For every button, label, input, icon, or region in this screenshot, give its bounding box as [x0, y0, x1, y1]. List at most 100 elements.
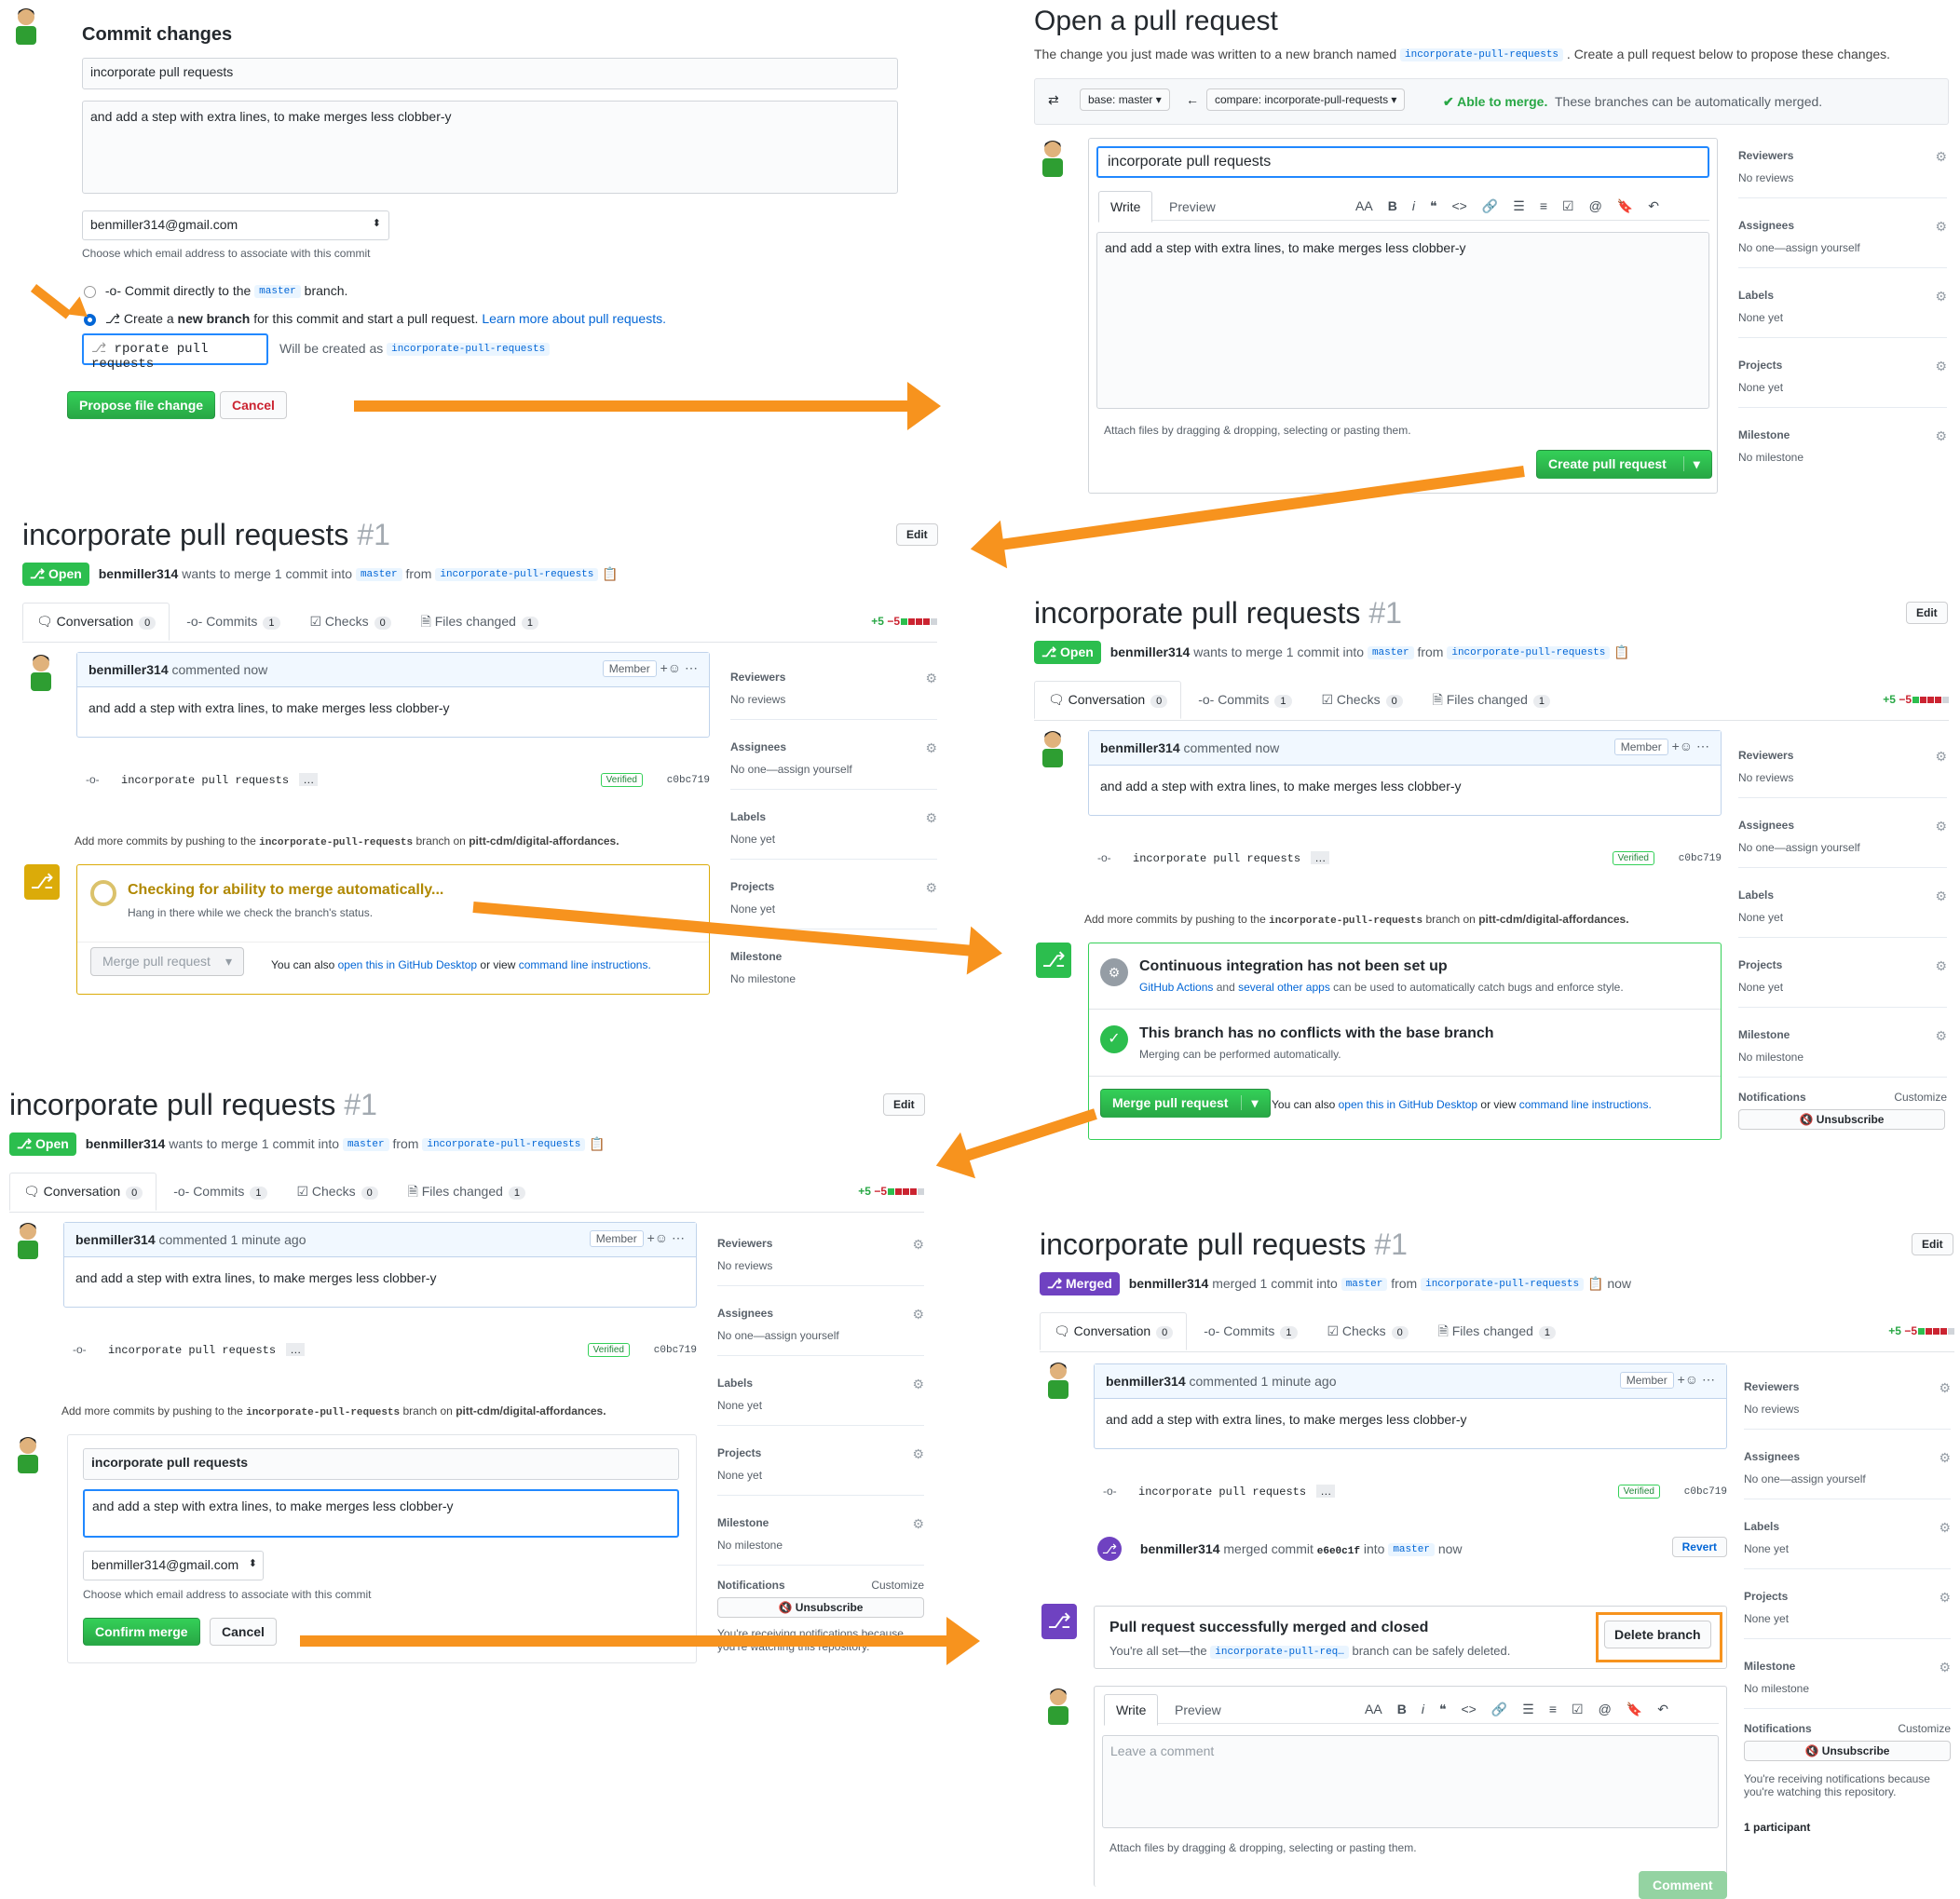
open-desktop-link[interactable]: open this in GitHub Desktop [1339, 1098, 1477, 1111]
sidebar-reviewers[interactable]: Reviewers No reviews ⚙ [717, 1229, 924, 1286]
edit-button[interactable]: Edit [1912, 1233, 1953, 1255]
sidebar-assignees[interactable]: Assignees No one—assign yourself ⚙ [1738, 811, 1947, 868]
radio-commit-direct[interactable]: -o- Commit directly to the master branch… [84, 283, 347, 299]
sidebar-milestone[interactable]: Milestone No milestone ⚙ [1738, 421, 1947, 477]
sidebar-projects[interactable]: Projects None yet ⚙ [1738, 951, 1947, 1008]
sidebar-reviewers[interactable]: Reviewers No reviews ⚙ [1738, 741, 1947, 798]
tab-commits[interactable]: -o- Commits 1 [1185, 682, 1304, 718]
tab-checks[interactable]: ☑ Checks 0 [296, 604, 403, 640]
revert-button[interactable]: Revert [1671, 1537, 1727, 1557]
numbered-list-icon[interactable]: ≡ [1540, 198, 1547, 213]
tab-checks[interactable]: ☑ Checks 0 [1313, 1313, 1421, 1350]
bullet-list-icon[interactable]: ☰ [1513, 198, 1525, 213]
gear-icon[interactable]: ⚙ [1935, 289, 1947, 305]
sidebar-labels[interactable]: Labels None yet ⚙ [1738, 881, 1947, 938]
verified-badge[interactable]: Verified [1612, 851, 1654, 865]
radio-unchecked-icon[interactable] [84, 285, 96, 298]
heading-icon[interactable]: AA [1355, 198, 1373, 213]
gear-icon[interactable]: ⚙ [1939, 1590, 1951, 1606]
push-repo[interactable]: pitt-cdm/digital-affordances. [469, 834, 619, 848]
gear-icon[interactable]: ⚙ [1935, 888, 1947, 904]
commit-message[interactable]: incorporate pull requests [1133, 852, 1300, 865]
bullet-list-icon[interactable]: ☰ [1522, 1702, 1534, 1716]
bookmark-icon[interactable]: 🔖 [1617, 198, 1633, 213]
comment-author[interactable]: benmiller314 [75, 1232, 156, 1247]
gear-icon[interactable]: ⚙ [1935, 1028, 1947, 1044]
cancel-merge-button[interactable]: Cancel [210, 1618, 277, 1646]
sidebar-projects[interactable]: Projects None yet ⚙ [1738, 351, 1947, 408]
pr-author[interactable]: benmiller314 [86, 1136, 166, 1151]
sidebar-reviewers[interactable]: Reviewers No reviews ⚙ [1738, 142, 1947, 198]
more-icon[interactable]: ⋯ [685, 660, 698, 675]
code-icon[interactable]: <> [1451, 198, 1466, 213]
sidebar-labels[interactable]: Labels None yet ⚙ [730, 803, 937, 860]
gear-icon[interactable]: ⚙ [1935, 428, 1947, 444]
sidebar-projects[interactable]: Projects None yet ⚙ [717, 1439, 924, 1496]
sidebar-milestone[interactable]: Milestone No milestone [730, 943, 937, 998]
merge-body-textarea[interactable]: and add a step with extra lines, to make… [83, 1489, 679, 1538]
gear-icon[interactable]: ⚙ [912, 1307, 924, 1323]
sidebar-assignees[interactable]: Assignees No one—assign yourself ⚙ [730, 733, 937, 790]
comment-author[interactable]: benmiller314 [1106, 1374, 1186, 1389]
push-repo[interactable]: pitt-cdm/digital-affordances. [456, 1404, 606, 1417]
base-branch-select[interactable]: base: master ▾ [1080, 88, 1170, 111]
gear-icon[interactable]: ⚙ [1939, 1450, 1951, 1466]
learn-more-link[interactable]: Learn more about pull requests. [482, 311, 666, 326]
mention-icon[interactable]: @ [1589, 198, 1602, 213]
propose-file-change-button[interactable]: Propose file change [67, 391, 216, 419]
sidebar-labels[interactable]: Labels None yet ⚙ [1744, 1512, 1951, 1569]
gear-icon[interactable]: ⚙ [1939, 1380, 1951, 1396]
clipboard-icon[interactable]: 📋 [602, 566, 618, 581]
gear-icon[interactable]: ⚙ [925, 671, 937, 686]
gear-icon[interactable]: ⚙ [1935, 149, 1947, 165]
unsubscribe-button[interactable]: 🔇 Unsubscribe [717, 1597, 924, 1618]
tab-conversation[interactable]: 🗨 Conversation 0 [1034, 681, 1182, 719]
clipboard-icon[interactable]: 📋 [1587, 1276, 1603, 1291]
dropdown-caret-icon[interactable]: ▾ [1241, 1095, 1259, 1110]
reply-icon[interactable]: ↶ [1648, 198, 1659, 213]
more-icon[interactable]: ⋯ [1696, 739, 1709, 753]
github-actions-link[interactable]: GitHub Actions [1139, 981, 1213, 994]
comment-button[interactable]: Comment [1639, 1871, 1727, 1899]
add-reaction-icon[interactable]: +☺ [647, 1230, 668, 1245]
commit-message[interactable]: incorporate pull requests [1138, 1485, 1306, 1499]
tab-conversation[interactable]: 🗨 Conversation 0 [1040, 1312, 1188, 1350]
gear-icon[interactable]: ⚙ [912, 1516, 924, 1532]
pr-author[interactable]: benmiller314 [99, 566, 179, 581]
sidebar-assignees[interactable]: Assignees No one—assign yourself ⚙ [1738, 211, 1947, 268]
gear-icon[interactable]: ⚙ [925, 880, 937, 896]
code-icon[interactable]: <> [1461, 1702, 1476, 1716]
add-reaction-icon[interactable]: +☺ [660, 660, 681, 675]
email-select[interactable]: benmiller314@gmail.com ⬍ [83, 1551, 264, 1580]
task-list-icon[interactable]: ☑ [1562, 198, 1574, 213]
tab-write[interactable]: Write [1098, 191, 1153, 223]
gear-icon[interactable]: ⚙ [1935, 219, 1947, 235]
sidebar-labels[interactable]: Labels None yet ⚙ [1738, 281, 1947, 338]
customize-link[interactable]: Customize [1898, 1722, 1951, 1735]
more-icon[interactable]: ⋯ [1702, 1372, 1715, 1387]
tab-preview[interactable]: Preview [1175, 1702, 1221, 1717]
command-line-link[interactable]: command line instructions. [519, 958, 651, 971]
cancel-button[interactable]: Cancel [220, 391, 287, 419]
ellipsis-icon[interactable]: … [286, 1343, 306, 1356]
command-line-link[interactable]: command line instructions. [1519, 1098, 1652, 1111]
dropdown-caret-icon[interactable]: ▾ [225, 954, 232, 969]
italic-icon[interactable]: i [1422, 1702, 1424, 1716]
branch-name-input[interactable]: ⎇ rporate pull requests [82, 333, 268, 372]
sidebar-reviewers[interactable]: Reviewers No reviews ⚙ [1744, 1373, 1951, 1430]
italic-icon[interactable]: i [1412, 198, 1415, 213]
email-select[interactable]: benmiller314@gmail.com ⬍ [82, 210, 389, 240]
numbered-list-icon[interactable]: ≡ [1549, 1702, 1557, 1716]
comment-author[interactable]: benmiller314 [88, 662, 169, 677]
clipboard-icon[interactable]: 📋 [589, 1136, 605, 1151]
sidebar-labels[interactable]: Labels None yet ⚙ [717, 1369, 924, 1426]
commit-sha[interactable]: c0bc719 [667, 775, 710, 786]
attach-hint[interactable]: Attach files by dragging & dropping, sel… [1109, 1841, 1417, 1854]
commit-summary-input[interactable]: incorporate pull requests [82, 58, 898, 89]
merge-pull-request-button-disabled[interactable]: Merge pull request ▾ [90, 947, 244, 976]
commit-sha[interactable]: c0bc719 [1684, 1486, 1727, 1498]
attach-hint[interactable]: Attach files by dragging & dropping, sel… [1104, 424, 1411, 437]
edit-button[interactable]: Edit [883, 1093, 925, 1116]
tab-files-changed[interactable]: 🗎 Files changed 1 [408, 602, 551, 644]
tab-commits[interactable]: -o- Commits 1 [173, 604, 293, 640]
